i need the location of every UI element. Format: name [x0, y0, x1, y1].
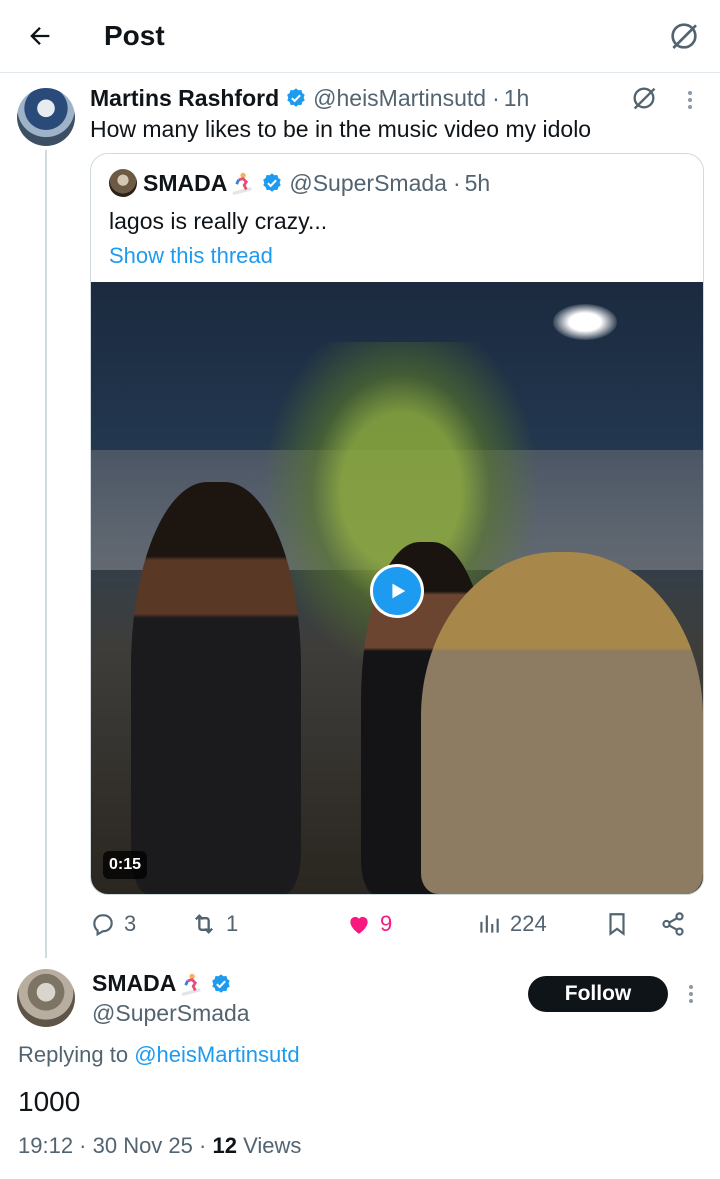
grok-icon [633, 87, 656, 110]
views-icon [480, 915, 499, 933]
repost-button[interactable]: 1 [190, 904, 238, 944]
stadium-light [553, 304, 617, 340]
more-icon-dot [689, 992, 693, 996]
share-button[interactable] [660, 904, 694, 944]
bookmark-icon [609, 913, 625, 936]
reply-meta: 19:12 · 30 Nov 25 · 12 Views [18, 1133, 301, 1159]
back-button[interactable] [20, 16, 60, 56]
author-name[interactable]: Martins Rashford [90, 84, 279, 112]
back-arrow-icon [30, 27, 50, 45]
follow-button[interactable]: Follow [528, 976, 668, 1012]
reply-more-button[interactable] [681, 980, 701, 1008]
post-header: Martins Rashford @heisMartinsutd · 1h [90, 84, 529, 112]
quoted-text: lagos is really crazy... [109, 208, 328, 234]
like-button[interactable]: 9 [346, 904, 392, 944]
replying-to: Replying to @heisMartinsutd [18, 1042, 300, 1068]
bookmark-button[interactable] [604, 904, 638, 944]
reply-author-handle[interactable]: @SuperSmada [92, 1000, 250, 1027]
play-button[interactable] [370, 564, 424, 618]
quoted-post[interactable]: SMADA @SuperSmada · 5h lagos is really c… [90, 153, 704, 895]
repost-count: 1 [226, 911, 239, 936]
heart-icon [350, 916, 368, 934]
replying-handle-link[interactable]: @heisMartinsutd [134, 1042, 299, 1067]
more-icon [689, 985, 693, 989]
views-count: 224 [510, 911, 547, 936]
post-grok-button[interactable] [630, 84, 658, 112]
video-duration: 0:15 [103, 851, 148, 879]
quoted-time: 5h [464, 170, 491, 196]
more-icon-dot [688, 105, 692, 109]
reply-text: 1000 [18, 1086, 81, 1117]
more-icon [688, 91, 692, 95]
quoted-author-avatar [109, 169, 137, 197]
more-icon-dot [688, 98, 692, 102]
reply-count: 3 [124, 911, 137, 936]
author-avatar[interactable] [17, 88, 75, 146]
replying-prefix: Replying to [18, 1042, 129, 1067]
reply-timestamp[interactable]: 19:12 · 30 Nov 25 · [18, 1133, 212, 1158]
grok-button[interactable] [664, 16, 704, 56]
verified-badge-icon [287, 88, 305, 107]
action-bar: 3 1 9 224 [90, 904, 702, 944]
author-handle[interactable]: @heisMartinsutd [313, 84, 486, 112]
quoted-author-name: SMADA [143, 170, 228, 196]
quoted-author-handle: @SuperSmada [289, 170, 447, 196]
like-count: 9 [380, 911, 393, 936]
thread-connector [45, 150, 47, 958]
reply-author-avatar[interactable] [17, 969, 75, 1027]
play-icon [392, 583, 406, 599]
post-more-button[interactable] [680, 86, 700, 114]
verified-badge-icon [212, 973, 231, 993]
reply-button[interactable]: 3 [90, 904, 136, 944]
person-figure [131, 482, 301, 894]
grok-icon [671, 23, 697, 49]
separator-dot: · [452, 170, 461, 196]
snowboarder-emoji-icon [182, 973, 201, 996]
post-text: How many likes to be in the music video … [90, 116, 592, 142]
quoted-header: SMADA @SuperSmada · 5h [109, 168, 490, 198]
top-bar: Post [0, 0, 720, 73]
post-time[interactable]: 1h [504, 84, 530, 112]
share-icon [662, 912, 684, 936]
more-icon-dot [689, 999, 693, 1003]
separator-dot: · [492, 85, 500, 111]
views-number: 12 [212, 1133, 237, 1158]
person-figure [421, 552, 703, 894]
verified-badge-icon [263, 173, 282, 192]
video-player[interactable]: 0:15 [91, 282, 703, 894]
reply-icon [93, 914, 113, 937]
reply-author-name[interactable]: SMADA [92, 970, 176, 997]
reply-header: SMADA [92, 970, 232, 997]
views-button[interactable]: 224 [476, 904, 547, 944]
retweet-icon [195, 914, 213, 934]
views-label: Views [243, 1133, 302, 1158]
snowboarder-emoji-icon [233, 172, 252, 195]
page-title: Post [104, 20, 165, 51]
show-thread-link[interactable]: Show this thread [109, 241, 273, 271]
